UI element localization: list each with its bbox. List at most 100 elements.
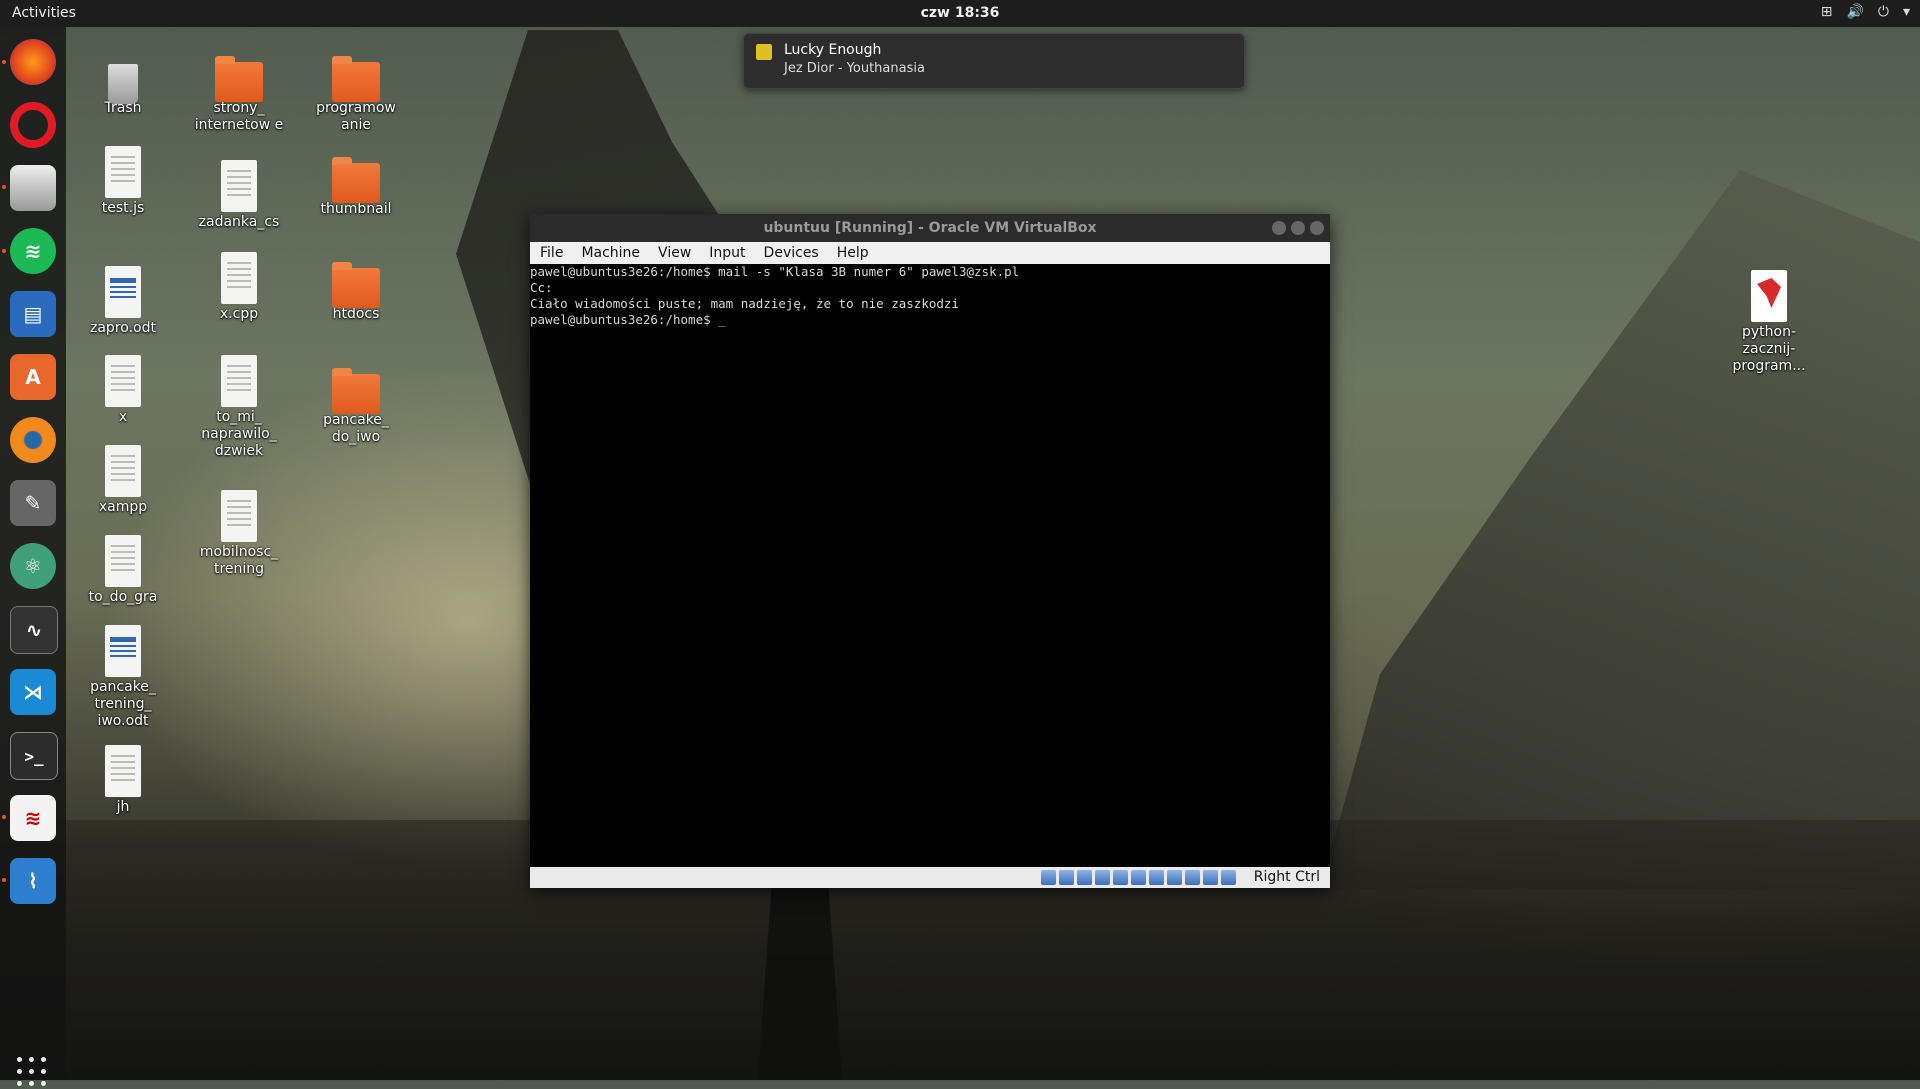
blender-icon[interactable] [10,417,56,463]
desktop-icon-label: x [118,409,128,425]
cpu-icon[interactable] [1185,870,1200,885]
video-capture-icon[interactable] [1167,870,1182,885]
menu-input[interactable]: Input [709,245,745,261]
folder-icon [332,157,380,203]
desktop-icon-trash[interactable]: Trash [73,58,173,117]
notification-body: Jez Dior - Youthanasia [784,61,925,76]
vscode-icon[interactable]: ⋊ [10,669,56,715]
odt-file-icon [105,625,141,677]
ubuntu-software-icon[interactable]: A [10,354,56,400]
desktop-icon-zadanka[interactable]: zadanka_cs [189,160,289,231]
notification-title: Lucky Enough [784,42,882,58]
folder-icon [215,56,263,102]
terminal-line: Ciało wiadomości puste; mam nadzieję, że… [530,296,959,311]
window-title: ubuntuu [Running] - Oracle VM VirtualBox [763,220,1097,236]
desktop-icon-label: strony_ internetow e [194,100,284,133]
text-file-icon [221,490,257,542]
activities-button[interactable]: Activities [12,5,76,21]
folder-icon [332,368,380,414]
shared-folders-icon[interactable] [1131,870,1146,885]
desktop-icon-label: python- zacznij- program... [1732,324,1806,374]
system-monitor-icon[interactable]: ∿ [10,606,58,654]
desktop-icon-label: to_do_gra [88,589,158,605]
desktop-icon-python-pdf[interactable]: python- zacznij- program... [1722,270,1816,375]
desktop-icon-pancake-trening[interactable]: pancake_ trening_ iwo.odt [73,625,173,730]
show-applications-icon[interactable] [17,1057,49,1089]
display-icon[interactable] [1149,870,1164,885]
volume-icon[interactable]: 🔊 [1846,4,1863,20]
terminal-line: pawel@ubuntus3e26:/home$ _ [530,312,726,327]
desktop-icon-xampp[interactable]: xampp [73,445,173,516]
audio-icon[interactable] [1077,870,1092,885]
desktop-icon-x[interactable]: x [73,355,173,426]
desktop-icon-to-mi[interactable]: to_mi_ naprawilo_ dzwiek [189,355,289,460]
keyboard-capture-icon[interactable] [1221,870,1236,885]
hard-disk-icon[interactable] [1041,870,1056,885]
terminal-line: Cc: [530,280,553,295]
network-adapter-icon[interactable] [1095,870,1110,885]
desktop-icon-to-do-gra[interactable]: to_do_gra [73,535,173,606]
running-indicator [2,815,6,819]
running-indicator [2,185,6,189]
opera-icon[interactable] [10,102,56,148]
running-indicator [2,878,6,882]
virtualbox-window[interactable]: ubuntuu [Running] - Oracle VM VirtualBox… [530,214,1330,888]
trash-icon [108,64,138,104]
close-icon[interactable] [1310,221,1324,235]
running-indicator [2,60,6,64]
menu-view[interactable]: View [658,245,691,261]
terminal-icon[interactable]: >_ [10,732,58,780]
libreoffice-writer-icon[interactable]: ▤ [10,291,56,337]
folder-icon [332,56,380,102]
desktop-icon-mobilnosc[interactable]: mobilnosc_ trening [189,490,289,578]
files-icon[interactable] [10,165,56,211]
pdf-file-icon [1751,270,1787,322]
text-file-icon [105,535,141,587]
power-icon[interactable]: ⏻ [1878,4,1889,20]
system-tray[interactable]: ⊞ 🔊 ⏻ ▾ [1821,4,1910,20]
menu-machine[interactable]: Machine [581,245,640,261]
menu-help[interactable]: Help [837,245,869,261]
desktop-icon-thumbnail[interactable]: thumbnail [306,155,406,218]
vm-terminal-screen[interactable]: pawel@ubuntus3e26:/home$ mail -s "Klasa … [530,264,1330,869]
desktop-icon-label: test.js [101,200,145,216]
clock[interactable]: czw 18:36 [921,5,1000,21]
text-file-icon [105,146,141,198]
desktop-icon-label: xampp [98,499,148,515]
desktop-icon-label: pancake_ do_iwo [323,412,389,445]
desktop-icon-label: to_mi_ naprawilo_ dzwiek [201,409,277,459]
desktop-icon-programowanie[interactable]: programow anie [306,54,406,134]
dock: ≋ ▤ A ✎ ⚛ ∿ ⋊ >_ ≋ ⌇ [0,27,66,1086]
desktop-icon-pancake-do-iwo[interactable]: pancake_ do_iwo [306,366,406,446]
desktop-icon-jh[interactable]: jh [73,745,173,816]
usb-icon[interactable] [1113,870,1128,885]
optical-drive-icon[interactable] [1059,870,1074,885]
mouse-integration-icon[interactable] [1203,870,1218,885]
text-file-icon [105,745,141,797]
desktop-icon-htdocs[interactable]: htdocs [306,260,406,323]
minimize-icon[interactable] [1272,221,1286,235]
odt-file-icon [105,266,141,318]
gimp-icon[interactable]: ✎ [10,480,56,526]
media-notification[interactable]: Lucky Enough Jez Dior - Youthanasia [743,33,1245,89]
desktop-icon-strony[interactable]: strony_ internetow e [189,54,289,134]
wallpaper-mountain [1320,170,1920,890]
folder-link-icon [332,262,380,308]
network-icon[interactable]: ⊞ [1821,4,1833,20]
maximize-icon[interactable] [1291,221,1305,235]
menu-devices[interactable]: Devices [764,245,819,261]
window-titlebar[interactable]: ubuntuu [Running] - Oracle VM VirtualBox [530,214,1330,242]
evince-icon[interactable]: ≋ [10,795,56,841]
menu-arrow-icon[interactable]: ▾ [1903,4,1910,20]
device-status-icons [1041,870,1236,885]
desktop-icon-label: htdocs [332,306,380,322]
system-monitor-2-icon[interactable]: ⌇ [10,858,56,904]
desktop-icon-zapro[interactable]: zapro.odt [73,266,173,337]
desktop-icon-xcpp[interactable]: x.cpp [189,252,289,323]
firefox-icon[interactable] [10,39,56,85]
menu-file[interactable]: File [540,245,563,261]
desktop-icon-testjs[interactable]: test.js [73,146,173,217]
cpp-file-icon [221,252,257,304]
spotify-icon[interactable]: ≋ [10,228,56,274]
atom-icon[interactable]: ⚛ [10,543,56,589]
